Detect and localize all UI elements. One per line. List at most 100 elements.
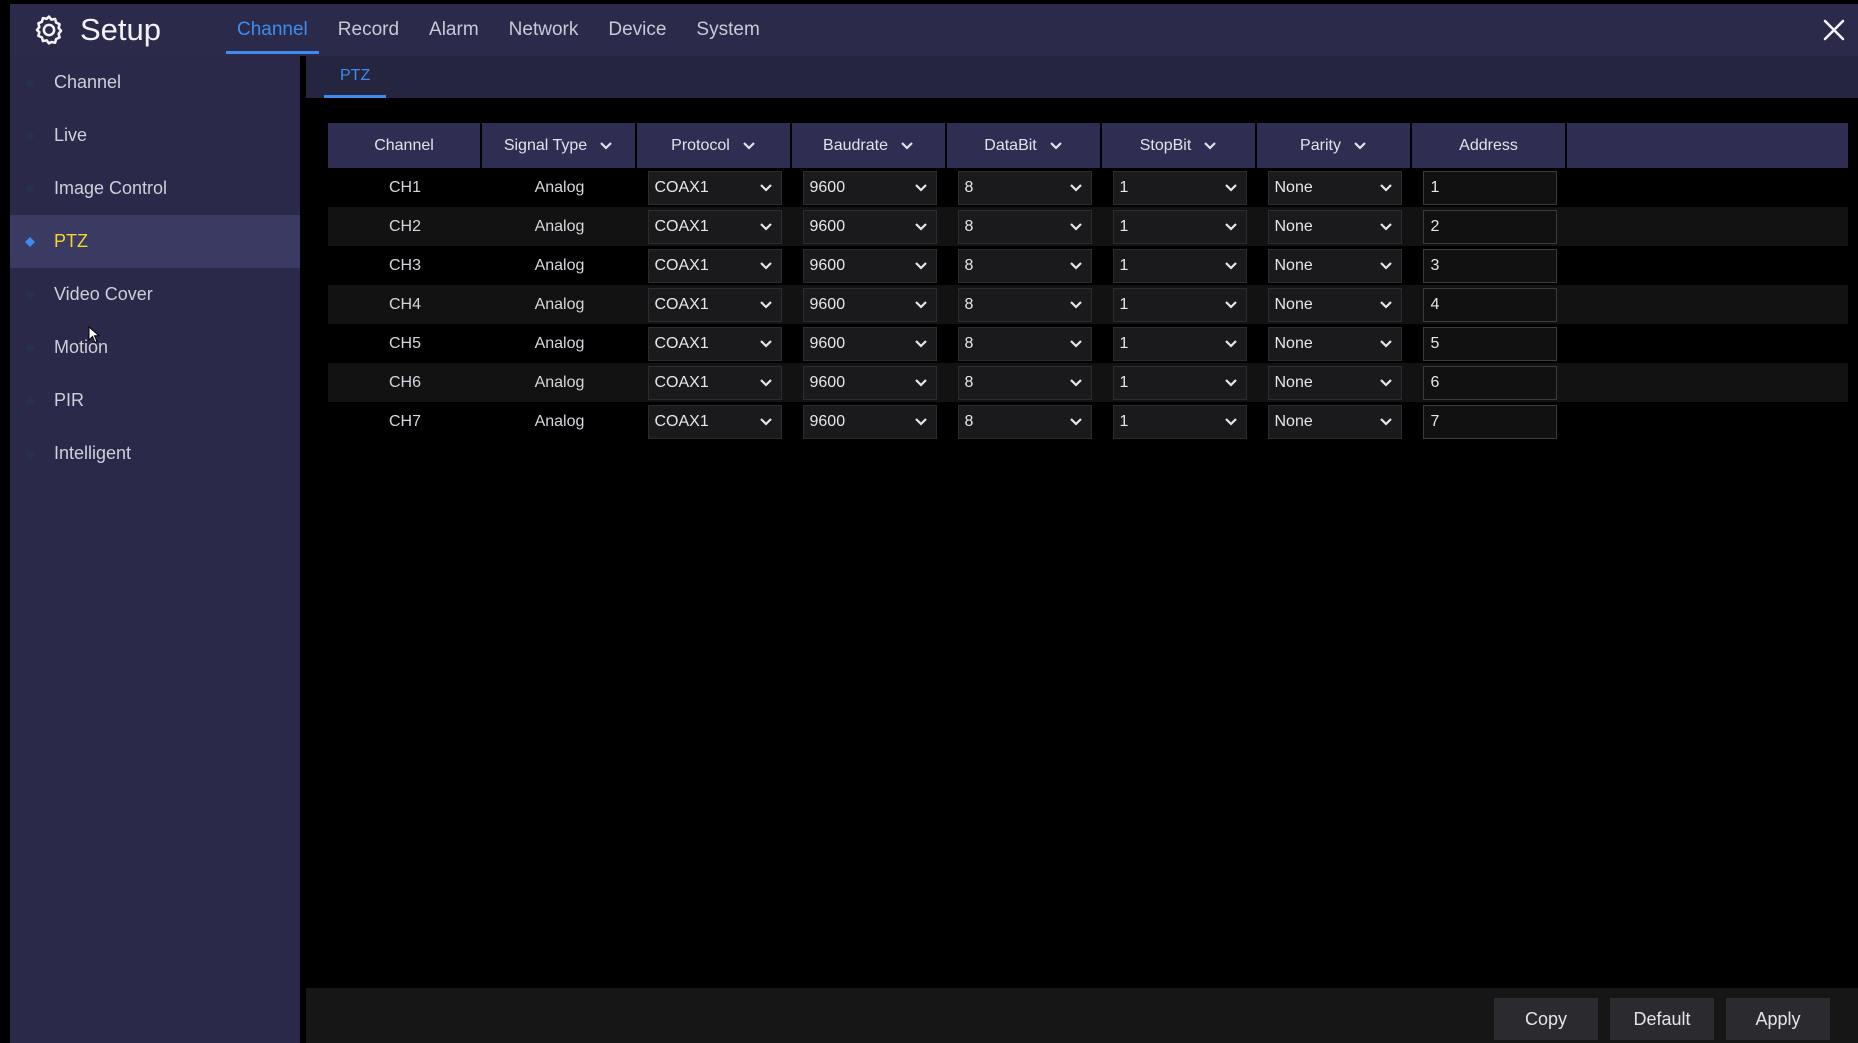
baudrate-cell: 9600 [792,168,947,207]
chevron-down-icon [759,339,772,348]
table-row: CH3 Analog COAX1 9600 8 1 None 3 [328,246,1848,285]
sidebar-item-image-control[interactable]: Image Control [10,162,300,215]
address-input[interactable]: 2 [1422,209,1557,244]
address-input[interactable]: 4 [1422,287,1557,322]
signal-type-cell: Analog [482,246,637,285]
tab-record[interactable]: Record [323,4,414,56]
column-header-signal-type[interactable]: Signal Type [482,123,637,168]
parity-select[interactable]: None [1267,326,1402,361]
databit-select[interactable]: 8 [957,248,1092,283]
table-body: CH1 Analog COAX1 9600 8 1 None 1 CH2 Analog COAX1 9… [328,168,1848,441]
select-value: 1 [1119,256,1129,274]
parity-select[interactable]: None [1267,209,1402,244]
sidebar-item-live[interactable]: Live [10,109,300,162]
baudrate-select[interactable]: 9600 [802,209,937,244]
databit-select[interactable]: 8 [957,209,1092,244]
parity-cell: None [1257,207,1412,246]
channel-label: CH7 [388,412,421,430]
sidebar-item-motion[interactable]: Motion [10,321,300,374]
column-header-databit[interactable]: DataBit [947,123,1102,168]
tab-alarm[interactable]: Alarm [414,4,494,56]
protocol-select[interactable]: COAX1 [647,209,782,244]
baudrate-select[interactable]: 9600 [802,365,937,400]
tab-system[interactable]: System [681,4,774,56]
protocol-select[interactable]: COAX1 [647,248,782,283]
column-header-parity[interactable]: Parity [1257,123,1412,168]
select-value: 1 [1119,217,1129,235]
apply-button[interactable]: Apply [1726,998,1830,1040]
sidebar-item-label: PTZ [54,231,88,251]
parity-select[interactable]: None [1267,287,1402,322]
chevron-down-icon [1379,222,1392,231]
baudrate-select[interactable]: 9600 [802,170,937,205]
select-value: COAX1 [654,373,709,391]
baudrate-select[interactable]: 9600 [802,326,937,361]
baudrate-cell: 9600 [792,246,947,285]
stopbit-select[interactable]: 1 [1112,287,1247,322]
tab-channel[interactable]: Channel [222,4,323,56]
parity-select[interactable]: None [1267,248,1402,283]
protocol-select[interactable]: COAX1 [647,326,782,361]
parity-select[interactable]: None [1267,404,1402,439]
tab-device[interactable]: Device [593,4,681,56]
diamond-icon [24,183,36,195]
baudrate-select[interactable]: 9600 [802,404,937,439]
chevron-down-icon [759,261,772,270]
stopbit-select[interactable]: 1 [1112,248,1247,283]
sidebar-item-video-cover[interactable]: Video Cover [10,268,300,321]
address-input[interactable]: 1 [1422,170,1557,205]
sidebar-item-channel[interactable]: Channel [10,56,300,109]
address-input[interactable]: 3 [1422,248,1557,283]
signal-type-value: Analog [534,256,585,274]
column-header-stopbit[interactable]: StopBit [1102,123,1257,168]
parity-select[interactable]: None [1267,170,1402,205]
stopbit-select[interactable]: 1 [1112,326,1247,361]
address-input[interactable]: 7 [1422,404,1557,439]
column-header-protocol[interactable]: Protocol [637,123,792,168]
protocol-cell: COAX1 [637,207,792,246]
row-filler [1567,363,1848,402]
select-value: None [1274,412,1313,430]
sidebar-item-intelligent[interactable]: Intelligent [10,427,300,480]
sidebar-item-ptz[interactable]: PTZ [10,215,300,268]
address-input[interactable]: 5 [1422,326,1557,361]
stopbit-select[interactable]: 1 [1112,404,1247,439]
parity-select[interactable]: None [1267,365,1402,400]
baudrate-select[interactable]: 9600 [802,287,937,322]
tab-ptz[interactable]: PTZ [324,67,387,98]
protocol-select[interactable]: COAX1 [647,404,782,439]
chevron-down-icon [914,417,927,426]
column-header-label: StopBit [1139,136,1192,154]
stopbit-select[interactable]: 1 [1112,365,1247,400]
protocol-select[interactable]: COAX1 [647,365,782,400]
copy-button[interactable]: Copy [1494,998,1598,1040]
protocol-select[interactable]: COAX1 [647,170,782,205]
protocol-cell: COAX1 [637,168,792,207]
default-button[interactable]: Default [1610,998,1714,1040]
protocol-select[interactable]: COAX1 [647,287,782,322]
databit-select[interactable]: 8 [957,326,1092,361]
databit-select[interactable]: 8 [957,170,1092,205]
parity-cell: None [1257,324,1412,363]
address-input[interactable]: 6 [1422,365,1557,400]
address-cell: 7 [1412,402,1567,441]
tab-network[interactable]: Network [494,4,594,56]
select-value: 8 [964,373,974,391]
row-filler [1567,168,1848,207]
stopbit-select[interactable]: 1 [1112,170,1247,205]
databit-select[interactable]: 8 [957,404,1092,439]
column-header-baudrate[interactable]: Baudrate [792,123,947,168]
address-value: 5 [1430,334,1440,352]
signal-type-cell: Analog [482,324,637,363]
sidebar-item-pir[interactable]: PIR [10,374,300,427]
databit-select[interactable]: 8 [957,287,1092,322]
table-header: Channel Signal Type Protocol Baudrate Da… [328,123,1848,168]
select-value: None [1274,217,1313,235]
table-row: CH6 Analog COAX1 9600 8 1 None 6 [328,363,1848,402]
select-value: 9600 [809,412,846,430]
databit-select[interactable]: 8 [957,365,1092,400]
stopbit-select[interactable]: 1 [1112,209,1247,244]
chevron-down-icon [1204,141,1217,150]
close-icon[interactable] [1818,14,1850,46]
baudrate-select[interactable]: 9600 [802,248,937,283]
